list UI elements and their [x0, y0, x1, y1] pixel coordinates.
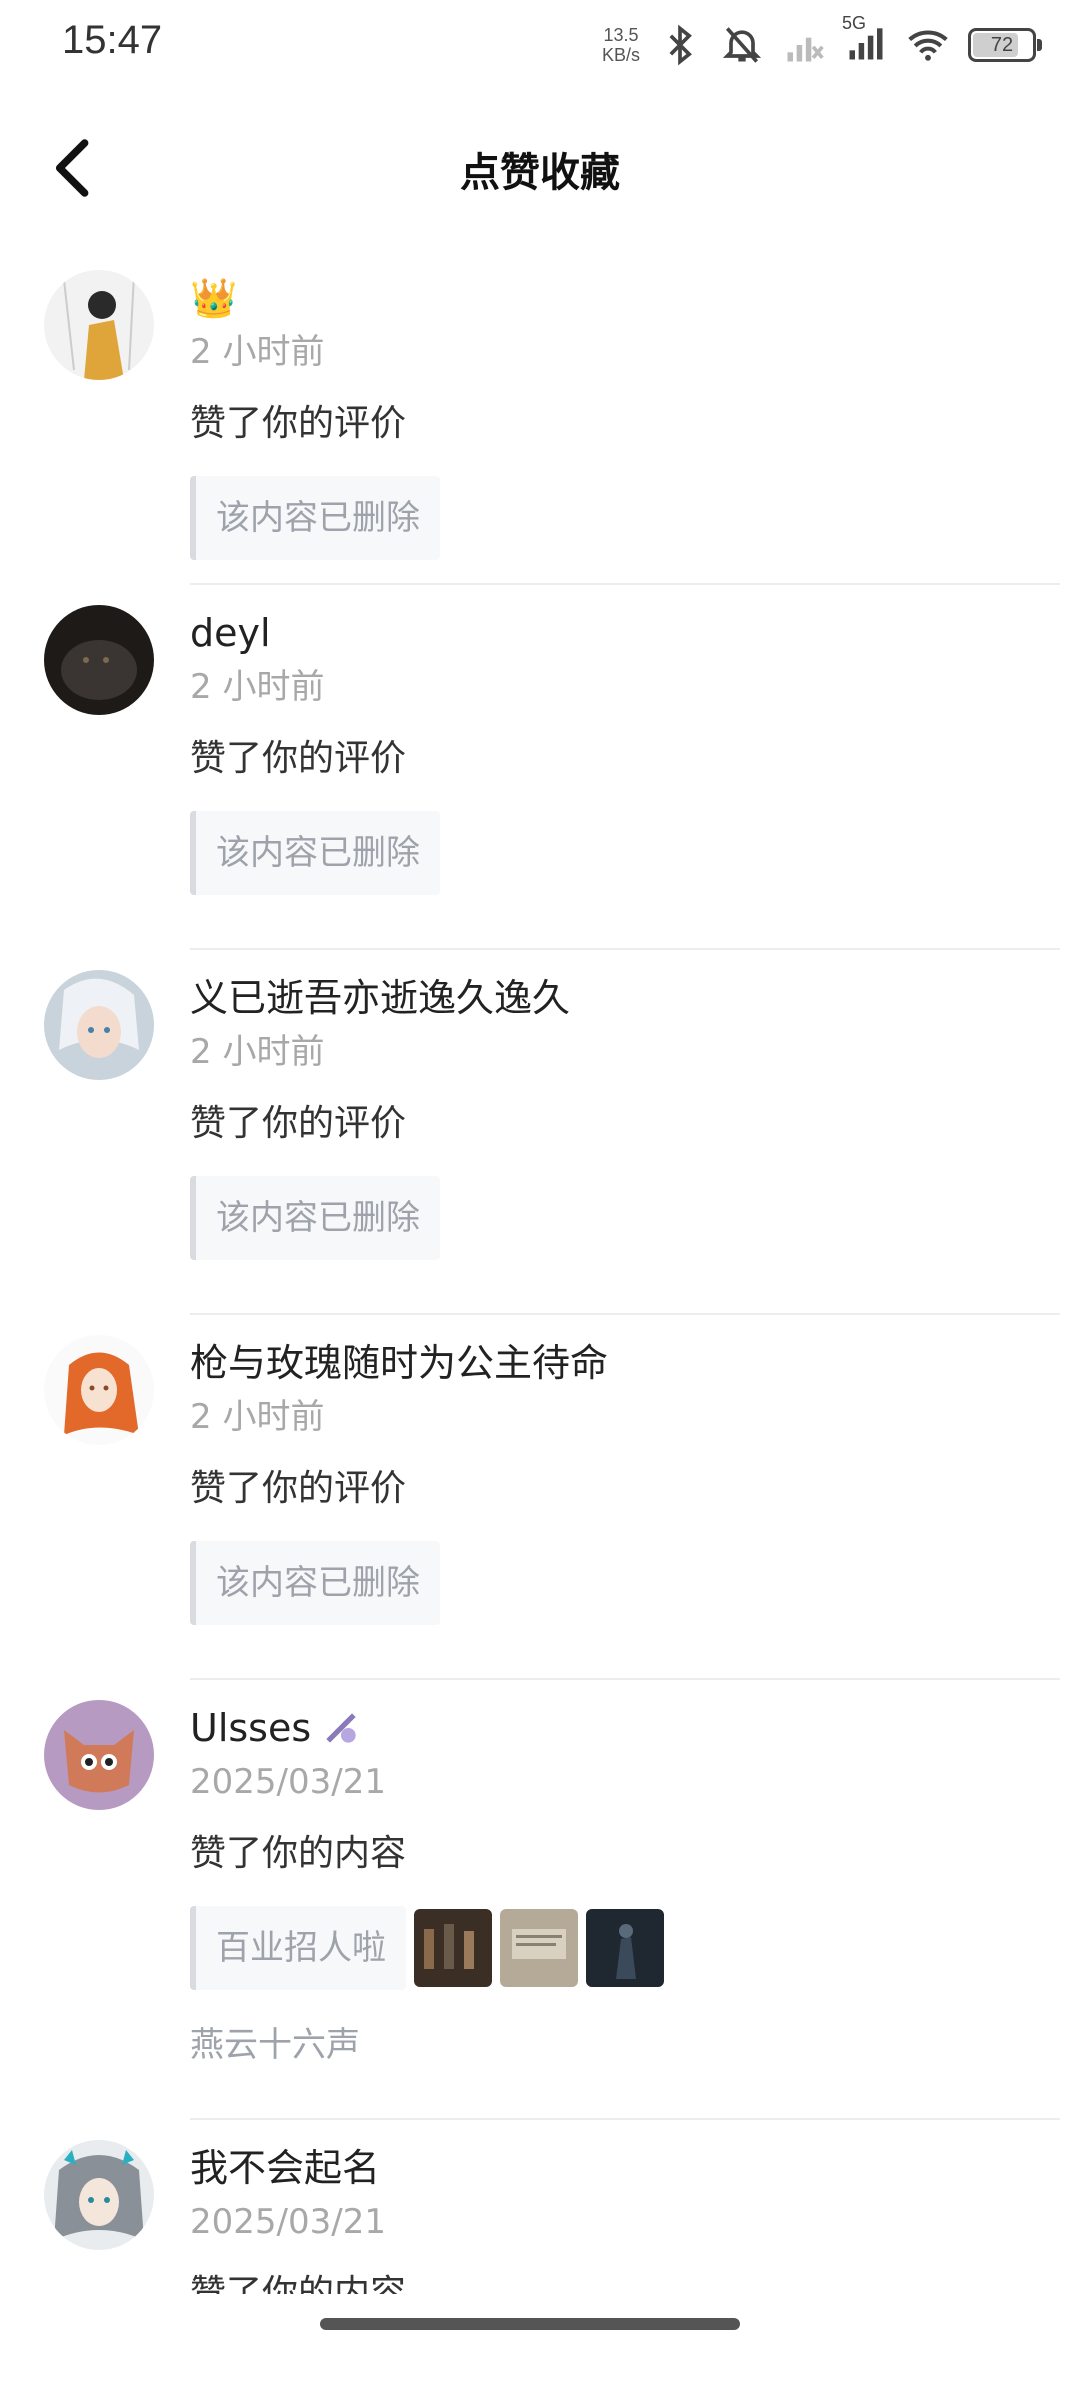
deleted-content-label: 该内容已删除: [190, 811, 440, 895]
status-bar: 15:47 13.5 KB/s 5G 72: [0, 0, 1080, 90]
battery-percent: 72: [990, 34, 1014, 56]
action-text: 赞了你的评价: [190, 1468, 407, 1509]
username[interactable]: 👑: [190, 270, 1080, 326]
content-title: 百业招人啦: [190, 1906, 406, 1990]
username[interactable]: Ulsses: [190, 1700, 311, 1756]
avatar[interactable]: [44, 605, 154, 715]
username-row[interactable]: Ulsses: [190, 1700, 1080, 1756]
referenced-content[interactable]: 百业招人啦: [190, 1906, 1080, 1990]
username[interactable]: 枪与玫瑰随时为公主待命: [190, 1335, 1080, 1391]
referenced-content[interactable]: 该内容已删除: [190, 811, 1080, 895]
network-speed: 13.5 KB/s: [602, 25, 640, 65]
avatar[interactable]: [44, 1335, 154, 1445]
action-text: 赞了你的评价: [190, 738, 407, 779]
deleted-content-label: 该内容已删除: [190, 476, 440, 560]
avatar[interactable]: [44, 970, 154, 1080]
source-tag[interactable]: 燕云十六声: [190, 2020, 1080, 2070]
bluetooth-icon: [669, 24, 692, 66]
timestamp: 2025/03/21: [190, 2202, 386, 2242]
network-speed-unit: KB/s: [601, 45, 640, 65]
avatar[interactable]: [44, 2140, 154, 2250]
wifi-icon: [908, 30, 948, 61]
signal-5g: 5G: [842, 13, 888, 69]
content-thumbnail[interactable]: [414, 1909, 492, 1987]
page-title: 点赞收藏: [460, 150, 620, 196]
signal-weak-icon: [787, 37, 824, 62]
action-text: 赞了你的评价: [190, 1103, 407, 1144]
home-indicator[interactable]: [320, 2318, 740, 2330]
list-item[interactable]: Ulsses 2025/03/21 赞了你的内容 百业招人啦 燕云十六声: [0, 1680, 1080, 2120]
deleted-content-label: 该内容已删除: [190, 1541, 440, 1625]
timestamp: 2 小时前: [190, 1397, 325, 1437]
referenced-content[interactable]: 该内容已删除: [190, 1176, 1080, 1260]
status-icons: 13.5 KB/s 5G 72: [602, 13, 1042, 70]
referenced-content[interactable]: 该内容已删除: [190, 476, 1080, 560]
badge-icon: [326, 1713, 356, 1743]
notification-list: 👑 2 小时前 赞了你的评价 该内容已删除 deyl 2 小时前 赞了你的评价 …: [0, 250, 1080, 2340]
network-type-label: 5G: [842, 13, 867, 33]
action-text: 赞了你的内容: [190, 2273, 407, 2294]
timestamp: 2 小时前: [190, 1032, 325, 1072]
timestamp: 2 小时前: [190, 667, 325, 707]
username[interactable]: 义已逝吾亦逝逸久逸久: [190, 970, 1080, 1026]
list-item[interactable]: deyl 2 小时前 赞了你的评价 该内容已删除: [0, 585, 1080, 950]
header: 点赞收藏: [0, 110, 1080, 220]
status-time: 15:47: [62, 18, 163, 62]
action-text: 赞了你的内容: [190, 1833, 407, 1874]
list-item[interactable]: 我不会起名 2025/03/21 赞了你的内容: [0, 2120, 1080, 2340]
list-item[interactable]: 👑 2 小时前 赞了你的评价 该内容已删除: [0, 250, 1080, 585]
content-thumbnail[interactable]: [586, 1909, 664, 1987]
timestamp: 2 小时前: [190, 332, 325, 372]
action-text: 赞了你的评价: [190, 403, 407, 444]
deleted-content-label: 该内容已删除: [190, 1176, 440, 1260]
network-speed-value: 13.5: [603, 25, 639, 45]
username[interactable]: 我不会起名: [190, 2140, 1080, 2196]
battery-indicator: 72: [968, 28, 1042, 62]
mute-bell-icon: [722, 27, 762, 63]
referenced-content[interactable]: 该内容已删除: [190, 1541, 1080, 1625]
avatar[interactable]: [44, 1700, 154, 1810]
timestamp: 2025/03/21: [190, 1762, 386, 1802]
username[interactable]: deyl: [190, 605, 1080, 661]
list-item[interactable]: 枪与玫瑰随时为公主待命 2 小时前 赞了你的评价 该内容已删除: [0, 1315, 1080, 1680]
list-item[interactable]: 义已逝吾亦逝逸久逸久 2 小时前 赞了你的评价 该内容已删除: [0, 950, 1080, 1315]
content-thumbnail[interactable]: [500, 1909, 578, 1987]
avatar[interactable]: [44, 270, 154, 380]
